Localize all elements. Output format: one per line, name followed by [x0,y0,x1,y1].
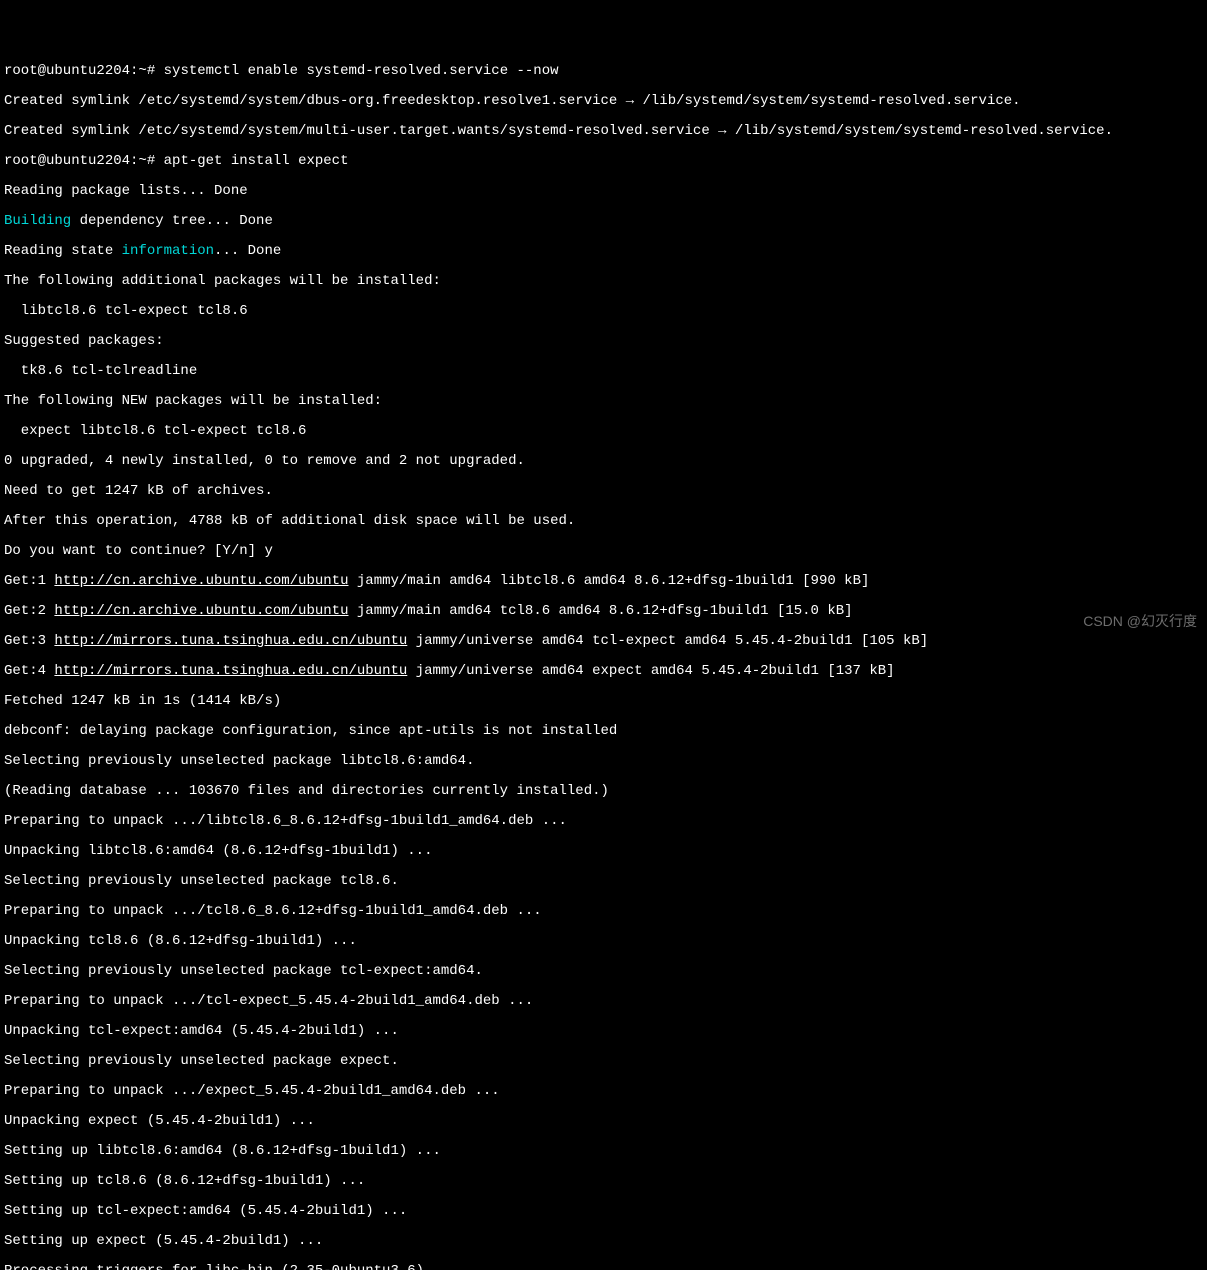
terminal-line: Processing triggers for libc-bin (2.35-0… [4,1264,1203,1270]
terminal-line: The following NEW packages will be insta… [4,394,1203,409]
terminal-line: Created symlink /etc/systemd/system/dbus… [4,94,1203,109]
terminal-line: The following additional packages will b… [4,274,1203,289]
terminal-line: Building dependency tree... Done [4,214,1203,229]
url-link[interactable]: http://cn.archive.ubuntu.com/ubuntu [54,603,348,619]
get-pre: Get:4 [4,663,54,679]
terminal-line: Unpacking tcl-expect:amd64 (5.45.4-2buil… [4,1024,1203,1039]
terminal-line: root@ubuntu2204:~# apt-get install expec… [4,154,1203,169]
terminal-line: Setting up tcl8.6 (8.6.12+dfsg-1build1) … [4,1174,1203,1189]
terminal-line: Fetched 1247 kB in 1s (1414 kB/s) [4,694,1203,709]
terminal-line: Preparing to unpack .../expect_5.45.4-2b… [4,1084,1203,1099]
get-pre: Get:2 [4,603,54,619]
terminal-line: root@ubuntu2204:~# systemctl enable syst… [4,64,1203,79]
get-post: jammy/universe amd64 expect amd64 5.45.4… [407,663,894,679]
terminal-line: Selecting previously unselected package … [4,1054,1203,1069]
terminal-line: Get:1 http://cn.archive.ubuntu.com/ubunt… [4,574,1203,589]
prompt: root@ubuntu2204:~# [4,63,164,79]
terminal-line: Do you want to continue? [Y/n] y [4,544,1203,559]
terminal-line: expect libtcl8.6 tcl-expect tcl8.6 [4,424,1203,439]
information-text: information [122,243,214,259]
get-pre: Get:3 [4,633,54,649]
get-pre: Get:1 [4,573,54,589]
terminal-line: Get:4 http://mirrors.tuna.tsinghua.edu.c… [4,664,1203,679]
terminal-line: Setting up libtcl8.6:amd64 (8.6.12+dfsg-… [4,1144,1203,1159]
prompt: root@ubuntu2204:~# [4,153,164,169]
get-post: jammy/universe amd64 tcl-expect amd64 5.… [407,633,928,649]
url-link[interactable]: http://mirrors.tuna.tsinghua.edu.cn/ubun… [54,633,407,649]
terminal-line: (Reading database ... 103670 files and d… [4,784,1203,799]
terminal-line: libtcl8.6 tcl-expect tcl8.6 [4,304,1203,319]
terminal-line: Unpacking libtcl8.6:amd64 (8.6.12+dfsg-1… [4,844,1203,859]
watermark: CSDN @幻灭行度 [1083,614,1197,629]
terminal-line: Need to get 1247 kB of archives. [4,484,1203,499]
command: systemctl enable systemd-resolved.servic… [164,63,559,79]
get-post: jammy/main amd64 tcl8.6 amd64 8.6.12+dfs… [348,603,852,619]
terminal-line: Unpacking tcl8.6 (8.6.12+dfsg-1build1) .… [4,934,1203,949]
terminal-line: Unpacking expect (5.45.4-2build1) ... [4,1114,1203,1129]
terminal-line: Suggested packages: [4,334,1203,349]
terminal-line: Created symlink /etc/systemd/system/mult… [4,124,1203,139]
terminal-line: tk8.6 tcl-tclreadline [4,364,1203,379]
get-post: jammy/main amd64 libtcl8.6 amd64 8.6.12+… [348,573,869,589]
terminal-line: debconf: delaying package configuration,… [4,724,1203,739]
terminal-line: Preparing to unpack .../tcl8.6_8.6.12+df… [4,904,1203,919]
reading-state-pre: Reading state [4,243,122,259]
command: apt-get install expect [164,153,349,169]
terminal-line: Reading package lists... Done [4,184,1203,199]
url-link[interactable]: http://mirrors.tuna.tsinghua.edu.cn/ubun… [54,663,407,679]
terminal-line: After this operation, 4788 kB of additio… [4,514,1203,529]
terminal-line: Selecting previously unselected package … [4,874,1203,889]
terminal-line: Preparing to unpack .../libtcl8.6_8.6.12… [4,814,1203,829]
terminal-line: Reading state information... Done [4,244,1203,259]
terminal-line: Setting up tcl-expect:amd64 (5.45.4-2bui… [4,1204,1203,1219]
reading-state-post: ... Done [214,243,281,259]
terminal-line: Preparing to unpack .../tcl-expect_5.45.… [4,994,1203,1009]
terminal-line: 0 upgraded, 4 newly installed, 0 to remo… [4,454,1203,469]
terminal-line: Setting up expect (5.45.4-2build1) ... [4,1234,1203,1249]
building-text: Building [4,213,71,229]
terminal-line: Get:2 http://cn.archive.ubuntu.com/ubunt… [4,604,1203,619]
terminal-line: Selecting previously unselected package … [4,964,1203,979]
dep-tree-text: dependency tree... Done [71,213,273,229]
terminal-line: Get:3 http://mirrors.tuna.tsinghua.edu.c… [4,634,1203,649]
terminal-line: Selecting previously unselected package … [4,754,1203,769]
url-link[interactable]: http://cn.archive.ubuntu.com/ubuntu [54,573,348,589]
